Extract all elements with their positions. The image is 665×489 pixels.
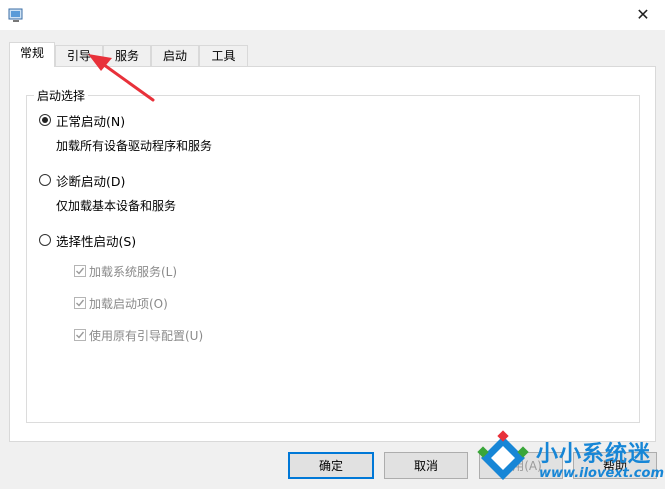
load-system-services-checkbox[interactable]: 加载系统服务(L) bbox=[74, 263, 177, 279]
radio-selected-icon bbox=[39, 114, 51, 126]
watermark-url: www.ilovext.com bbox=[539, 466, 664, 481]
checkmark-icon bbox=[74, 265, 86, 277]
title-bar: ✕ bbox=[0, 0, 665, 30]
ok-button[interactable]: 确定 bbox=[288, 452, 374, 479]
selective-startup-radio[interactable]: 选择性启动(S) bbox=[39, 231, 136, 249]
diagnostic-startup-radio[interactable]: 诊断启动(D) bbox=[39, 171, 125, 189]
normal-startup-description: 加载所有设备驱动程序和服务 bbox=[56, 139, 213, 153]
tab-tools[interactable]: 工具 bbox=[199, 45, 248, 66]
load-startup-items-checkbox[interactable]: 加载启动项(O) bbox=[74, 295, 168, 311]
watermark: 小小系统迷 www.ilovext.com bbox=[473, 430, 665, 489]
normal-startup-radio[interactable]: 正常启动(N) bbox=[39, 111, 125, 129]
radio-empty-icon bbox=[39, 234, 51, 246]
checkmark-icon bbox=[74, 329, 86, 341]
close-button[interactable]: ✕ bbox=[633, 5, 653, 25]
cancel-button[interactable]: 取消 bbox=[384, 452, 468, 479]
site-logo-icon bbox=[477, 430, 529, 480]
tab-boot[interactable]: 引导 bbox=[55, 45, 103, 66]
diagnostic-startup-description: 仅加载基本设备和服务 bbox=[56, 199, 177, 213]
use-original-boot-config-checkbox[interactable]: 使用原有引导配置(U) bbox=[74, 327, 203, 343]
startup-selection-label: 启动选择 bbox=[34, 87, 89, 104]
close-icon: ✕ bbox=[636, 5, 650, 24]
tab-startup[interactable]: 启动 bbox=[151, 45, 199, 66]
msconfig-icon bbox=[8, 8, 23, 22]
general-tab-panel: 启动选择 正常启动(N) 加载所有设备驱动程序和服务 诊断启动(D) 仅加载基本… bbox=[9, 66, 656, 442]
radio-empty-icon bbox=[39, 174, 51, 186]
watermark-name: 小小系统迷 bbox=[536, 442, 652, 467]
tab-services[interactable]: 服务 bbox=[103, 45, 151, 66]
tab-general[interactable]: 常规 bbox=[9, 42, 55, 67]
checkmark-icon bbox=[74, 297, 86, 309]
